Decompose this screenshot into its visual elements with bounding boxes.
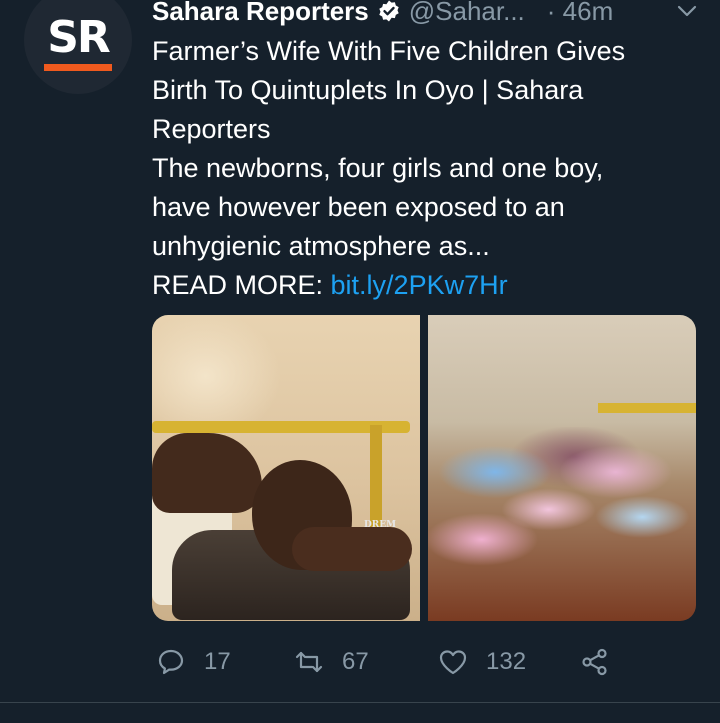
account-handle[interactable]: @Sahar...	[409, 0, 525, 27]
bed-post	[370, 425, 382, 535]
heart-icon	[439, 650, 467, 675]
figure-arm	[292, 527, 412, 571]
retweet-count: 67	[342, 648, 369, 675]
tweet-timestamp[interactable]: · 46m	[547, 0, 613, 27]
reply-icon	[158, 649, 184, 675]
verified-badge-icon	[377, 0, 401, 23]
retweet-button[interactable]: 67	[294, 642, 369, 682]
like-button[interactable]: 132	[438, 642, 526, 682]
tweet-title-line: Birth To Quintuplets In Oyo | Sahara	[152, 75, 584, 105]
read-more-line: READ MORE: bit.ly/2PKw7Hr	[152, 266, 697, 305]
retweet-icon	[295, 651, 323, 673]
tweet-title-line: Reporters	[152, 114, 271, 144]
tweet-media: DREM	[152, 315, 696, 621]
media-image-right[interactable]	[428, 315, 696, 621]
tweet-divider	[0, 702, 720, 703]
media-image-left[interactable]: DREM	[152, 315, 420, 621]
tweet-title-line: Farmer’s Wife With Five Children Gives	[152, 36, 626, 66]
tweet-text: Farmer’s Wife With Five Children Gives B…	[152, 32, 697, 305]
bed-rail	[598, 403, 696, 413]
reply-count: 17	[204, 648, 231, 675]
image-watermark: DREM	[364, 520, 397, 530]
share-button[interactable]	[580, 642, 610, 682]
tweet-actions: 17 67 132	[152, 642, 700, 682]
account-avatar[interactable]: SR	[24, 0, 132, 94]
avatar-logo-text: SR	[47, 12, 111, 63]
chevron-down-icon[interactable]	[674, 0, 700, 24]
tweet-body-line: The newborns, four girls and one boy,	[152, 153, 604, 183]
tweet-body-line: have however been exposed to an	[152, 192, 565, 222]
article-link[interactable]: bit.ly/2PKw7Hr	[331, 270, 508, 300]
reply-button[interactable]: 17	[156, 642, 231, 682]
read-more-label: READ MORE:	[152, 270, 331, 300]
tweet-header: Sahara Reporters @Sahar... · 46m	[152, 0, 700, 28]
tweet-body-line: unhygienic atmosphere as...	[152, 231, 490, 261]
avatar-logo-bar	[44, 64, 112, 71]
like-count: 132	[486, 648, 527, 675]
account-name[interactable]: Sahara Reporters	[152, 0, 369, 27]
share-icon	[582, 648, 607, 676]
figure-shoulder	[152, 433, 262, 513]
baby-clothes	[428, 427, 696, 577]
